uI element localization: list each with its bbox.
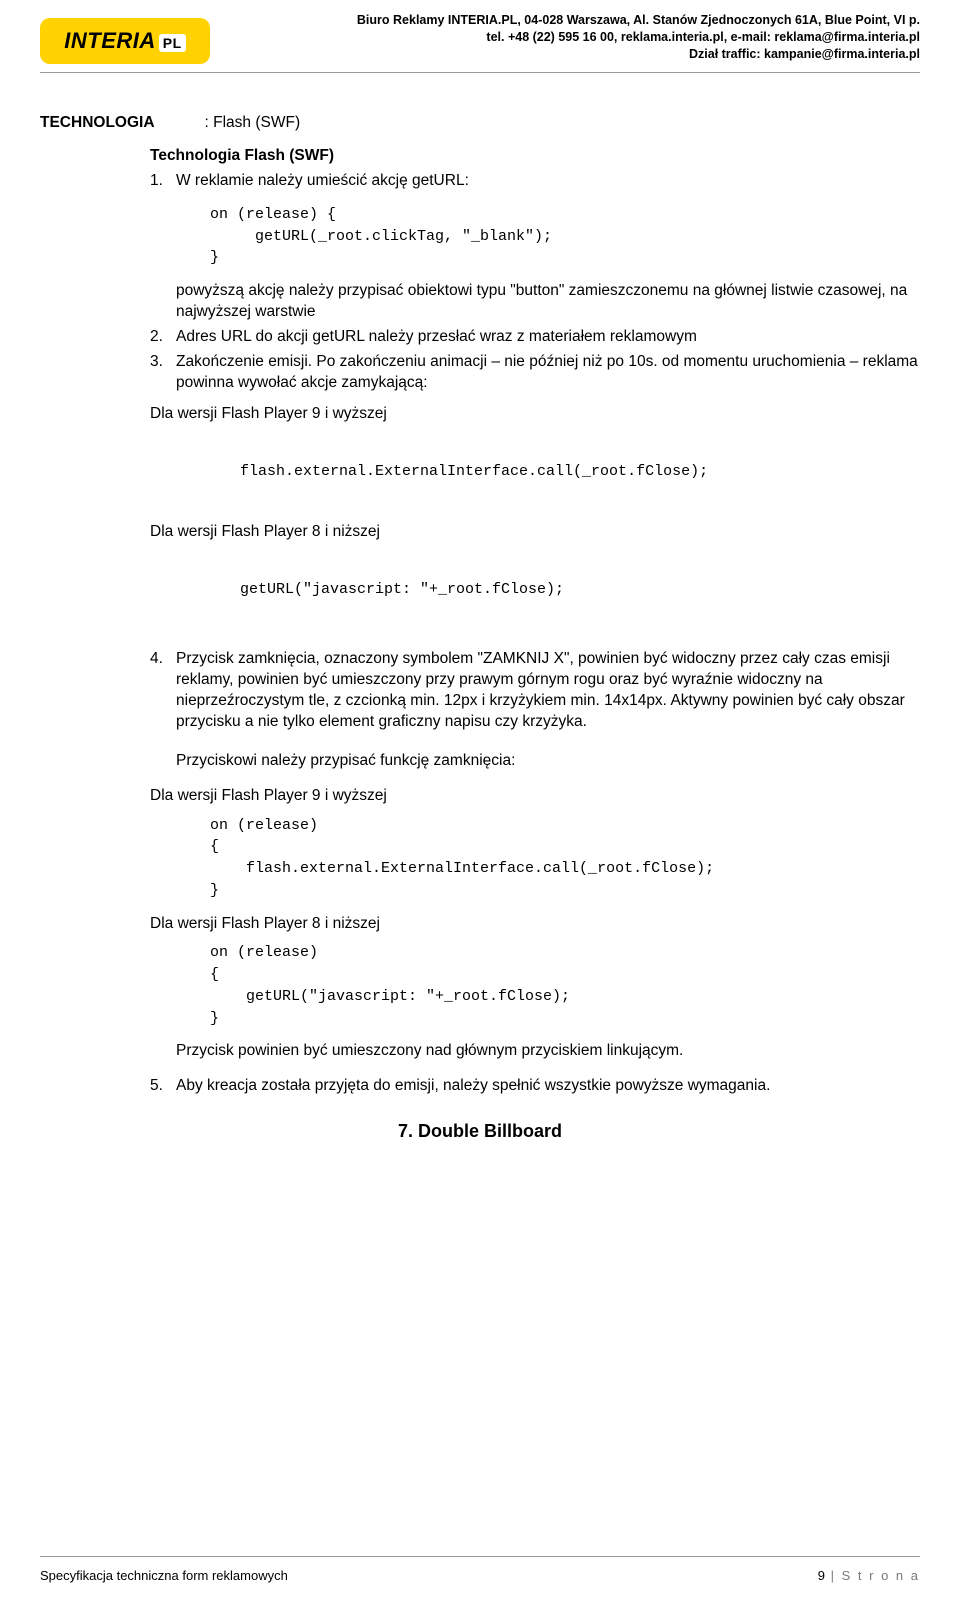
footer-right: 9 | S t r o n a <box>818 1568 920 1583</box>
footer-rule <box>40 1556 920 1557</box>
list-text: Adres URL do akcji getURL należy przesła… <box>176 327 920 348</box>
code-block-4: on (release) { flash.external.ExternalIn… <box>210 815 920 902</box>
code-block-1: on (release) { getURL(_root.clickTag, "_… <box>210 204 920 269</box>
code-block-5: on (release) { getURL("javascript: "+_ro… <box>210 942 920 1029</box>
technology-row: TECHNOLOGIA : Flash (SWF) <box>40 113 920 134</box>
list-item-1: 1. W reklamie należy umieścić akcję getU… <box>150 171 920 196</box>
technology-value: : Flash (SWF) <box>205 113 301 134</box>
list-text: Aby kreacja została przyjęta do emisji, … <box>176 1076 920 1097</box>
logo-text: INTERIAPL <box>64 28 185 54</box>
logo-suffix: PL <box>159 34 186 52</box>
list-item-5: 5. Aby kreacja została przyjęta do emisj… <box>150 1076 920 1101</box>
logo-main: INTERIA <box>64 28 156 53</box>
header-contact: Biuro Reklamy INTERIA.PL, 04-028 Warszaw… <box>228 10 920 63</box>
interia-logo: INTERIAPL <box>40 18 210 64</box>
flash8-label-2: Dla wersji Flash Player 8 i niższej <box>150 914 920 935</box>
page: INTERIAPL Biuro Reklamy INTERIA.PL, 04-0… <box>0 0 960 1603</box>
list-number: 4. <box>150 649 176 733</box>
header-line-2: tel. +48 (22) 595 16 00, reklama.interia… <box>228 29 920 46</box>
flash9-label: Dla wersji Flash Player 9 i wyższej <box>150 404 920 425</box>
page-number: 9 <box>818 1568 825 1583</box>
list-item-2: 2. Adres URL do akcji getURL należy prze… <box>150 327 920 352</box>
list-item-1b: powyższą akcję należy przypisać obiektow… <box>150 281 920 327</box>
close-button-note: Przyciskowi należy przypisać funkcję zam… <box>176 751 920 772</box>
technology-label: TECHNOLOGIA <box>40 113 155 134</box>
list-number: 3. <box>150 352 176 394</box>
footer-page-word: S t r o n a <box>842 1568 920 1583</box>
list-item-4: 4. Przycisk zamknięcia, oznaczony symbol… <box>150 643 920 737</box>
header-line-3: Dział traffic: kampanie@firma.interia.pl <box>228 46 920 63</box>
code-block-3: getURL("javascript: "+_root.fClose); <box>240 579 920 601</box>
page-header: INTERIAPL Biuro Reklamy INTERIA.PL, 04-0… <box>40 10 920 64</box>
flash8-label: Dla wersji Flash Player 8 i niższej <box>150 522 920 543</box>
footer-left: Specyfikacja techniczna form reklamowych <box>40 1568 288 1583</box>
section-subtitle: Technologia Flash (SWF) <box>150 146 920 167</box>
list-text: powyższą akcję należy przypisać obiektow… <box>176 281 920 323</box>
list-number: 1. <box>150 171 176 192</box>
section-heading: 7. Double Billboard <box>40 1119 920 1143</box>
list-number-empty <box>150 281 176 323</box>
flash9-label-2: Dla wersji Flash Player 9 i wyższej <box>150 786 920 807</box>
page-footer: Specyfikacja techniczna form reklamowych… <box>40 1568 920 1583</box>
document-body: TECHNOLOGIA : Flash (SWF) Technologia Fl… <box>40 73 920 1144</box>
close-button-placement: Przycisk powinien być umieszczony nad gł… <box>176 1041 920 1062</box>
list-text: Zakończenie emisji. Po zakończeniu anima… <box>176 352 920 394</box>
code-block-2: flash.external.ExternalInterface.call(_r… <box>240 461 920 483</box>
list-text: Przycisk zamknięcia, oznaczony symbolem … <box>176 649 920 733</box>
list-text: W reklamie należy umieścić akcję getURL: <box>176 171 920 192</box>
list-number: 5. <box>150 1076 176 1097</box>
list-item-3: 3. Zakończenie emisji. Po zakończeniu an… <box>150 352 920 398</box>
list-number: 2. <box>150 327 176 348</box>
header-line-1: Biuro Reklamy INTERIA.PL, 04-028 Warszaw… <box>228 12 920 29</box>
footer-sep: | <box>825 1568 842 1583</box>
